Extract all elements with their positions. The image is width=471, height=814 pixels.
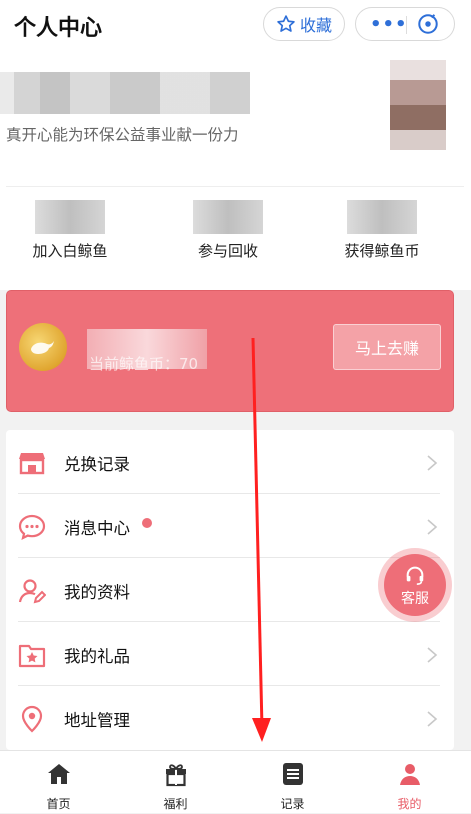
chevron-right-icon <box>427 519 438 535</box>
tab-records[interactable]: 记录 <box>234 751 351 814</box>
profile-section: 真开心能为环保公益事业献一份力 加入白鲸鱼 参与回收 获得鲸鱼币 <box>0 50 471 290</box>
avatar[interactable] <box>390 60 446 150</box>
tab-home[interactable]: 首页 <box>0 751 117 814</box>
capsule-divider <box>406 16 407 34</box>
chevron-right-icon <box>427 647 438 663</box>
stat-value-blurred <box>193 200 263 234</box>
chevron-right-icon <box>427 711 438 727</box>
divider <box>6 186 464 187</box>
more-button[interactable]: ••• <box>370 14 408 35</box>
stat-coins: 获得鲸鱼币 <box>322 200 442 261</box>
star-icon <box>277 15 295 32</box>
favorite-label: 收藏 <box>299 16 332 35</box>
gift-folder-icon <box>18 644 46 668</box>
menu-item-label: 地址管理 <box>64 711 130 730</box>
menu-item-label: 兑换记录 <box>64 455 130 474</box>
tab-label: 福利 <box>163 797 188 811</box>
chevron-right-icon <box>427 455 438 471</box>
stat-label: 加入白鲸鱼 <box>32 242 108 260</box>
page-title: 个人中心 <box>14 16 103 41</box>
customer-service-button[interactable]: 客服 <box>378 548 452 622</box>
menu-item-address-management[interactable]: 地址管理 <box>6 686 454 750</box>
earn-now-button[interactable]: 马上去赚 <box>333 324 441 370</box>
chat-icon <box>18 514 46 541</box>
favorite-button[interactable]: 收藏 <box>263 7 345 41</box>
user-edit-icon <box>18 579 46 604</box>
username-blurred <box>0 72 250 114</box>
stat-recycle: 参与回收 <box>168 200 288 261</box>
tab-label: 我的 <box>397 797 422 811</box>
menu-item-label: 我的礼品 <box>64 647 130 666</box>
store-icon <box>19 453 45 475</box>
stat-join: 加入白鲸鱼 <box>10 200 130 261</box>
customer-service-label: 客服 <box>401 591 429 607</box>
profile-slogan: 真开心能为环保公益事业献一份力 <box>6 126 239 144</box>
stat-value-blurred <box>347 200 417 234</box>
unread-dot <box>142 518 152 528</box>
coin-card: 当前鲸鱼币：70 马上去赚 <box>6 290 454 412</box>
gift-icon <box>166 764 186 787</box>
tab-mine[interactable]: 我的 <box>351 751 468 814</box>
tab-label: 记录 <box>280 797 305 811</box>
menu-item-my-gifts[interactable]: 我的礼品 <box>6 622 454 686</box>
close-miniapp-icon[interactable] <box>417 13 439 35</box>
headset-icon <box>406 566 424 585</box>
stat-value-blurred <box>35 200 105 234</box>
app-header: 个人中心 收藏 ••• <box>0 0 471 50</box>
profile-icon <box>400 764 420 785</box>
customer-service-inner: 客服 <box>384 554 446 616</box>
list-icon <box>283 763 303 785</box>
menu-item-label: 我的资料 <box>64 583 130 602</box>
home-icon <box>48 764 70 784</box>
tab-welfare[interactable]: 福利 <box>117 751 234 814</box>
menu-item-label: 消息中心 <box>64 519 130 538</box>
menu-item-exchange-records[interactable]: 兑换记录 <box>6 430 454 494</box>
tab-label: 首页 <box>46 797 71 811</box>
coin-balance-text: 当前鲸鱼币：70 <box>89 355 199 373</box>
stat-label: 获得鲸鱼币 <box>344 242 420 260</box>
stat-label: 参与回收 <box>197 242 258 260</box>
location-icon <box>21 705 43 733</box>
menu-item-message-center[interactable]: 消息中心 <box>6 494 454 558</box>
capsule-menu: ••• <box>355 7 455 41</box>
bottom-tab-bar: 首页 福利 记录 我的 <box>0 750 471 813</box>
whale-coin-icon <box>19 323 67 371</box>
